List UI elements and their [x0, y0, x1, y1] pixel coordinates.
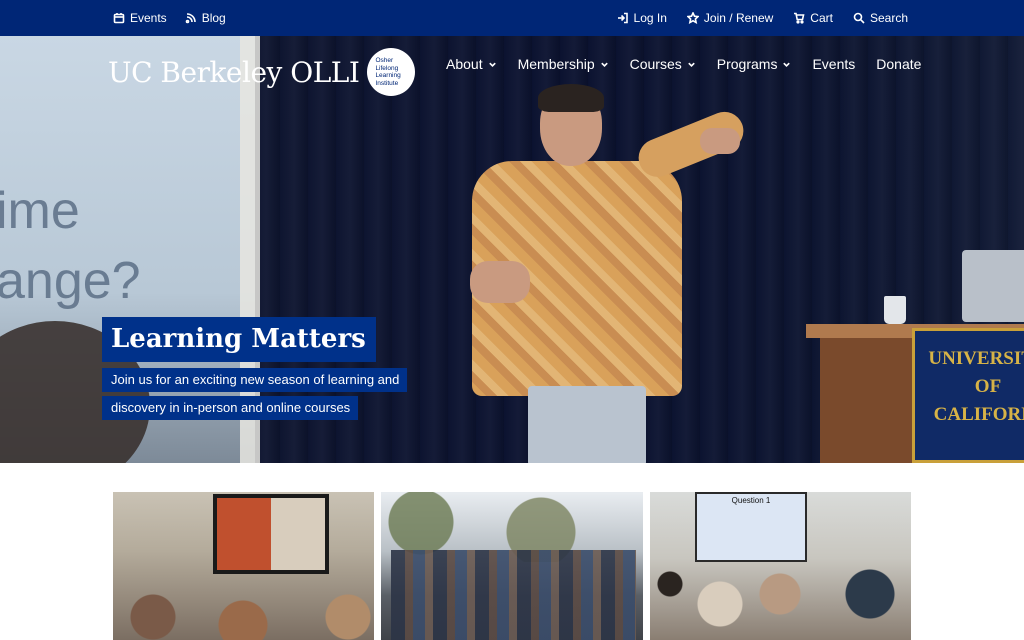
utility-blog-link[interactable]: Blog [185, 11, 226, 25]
utility-events-label: Events [130, 11, 167, 25]
hero-title-box: Learning Matters [102, 317, 376, 362]
card1-painting-left [217, 498, 271, 570]
podium-sign-line1: UNIVERSITY [928, 348, 1024, 369]
card2-group-of-people [391, 550, 636, 640]
hero-presenter-left-hand [470, 261, 530, 303]
nav-donate[interactable]: Donate [876, 56, 921, 72]
hero-laptop [962, 250, 1024, 322]
hero-title: Learning Matters [111, 324, 366, 354]
utility-right-links: Log In Join / Renew Cart Search [617, 0, 908, 36]
search-icon [853, 12, 865, 24]
cart-link[interactable]: Cart [793, 11, 833, 25]
olli-badge-line1: Osher [375, 57, 394, 64]
chevron-down-icon [687, 62, 695, 67]
utility-blog-label: Blog [201, 11, 226, 25]
cart-icon [794, 12, 805, 24]
podium-sign-line3: CALIFORNI [933, 404, 1024, 425]
join-renew-link[interactable]: Join / Renew [686, 11, 774, 25]
site-logo-link[interactable]: UC Berkeley OLLI Osher Lifelong Learning… [108, 48, 416, 96]
hero-subtitle-line2: discovery in in-person and online course… [102, 396, 359, 420]
nav-about[interactable]: About [446, 56, 497, 72]
olli-badge-line2: Lifelong [375, 64, 399, 72]
cart-label: Cart [810, 11, 833, 25]
hero-screen-text: ime ange? [0, 176, 141, 316]
podium-sign-text: UNIVERSITY OF CALIFORNI [923, 345, 1024, 429]
utility-bar: Events Blog Log In Join / Renew Cart Sea… [0, 0, 1024, 36]
card3-screen-title: Question 1 [731, 496, 771, 505]
utility-left-links: Events Blog [113, 0, 226, 36]
login-label: Log In [633, 11, 667, 25]
search-link[interactable]: Search [853, 11, 908, 25]
site-logo-text: UC Berkeley OLLI [108, 55, 360, 89]
main-navigation: About Membership Courses Programs Events… [446, 56, 921, 72]
photo-card-lecture[interactable] [113, 492, 374, 640]
calendar-icon [113, 13, 125, 24]
olli-badge-line3: Learning [375, 72, 401, 79]
hero-podium-body [820, 338, 916, 463]
nav-events-label: Events [812, 56, 856, 72]
hero-presenter-hand [700, 128, 740, 154]
photo-card-classroom[interactable]: Question 1 [650, 492, 911, 640]
card3-students [650, 564, 911, 640]
nav-events[interactable]: Events [812, 56, 855, 72]
card1-painting-right [271, 498, 325, 570]
search-label: Search [869, 11, 908, 25]
olli-badge: Osher Lifelong Learning Institute [367, 48, 416, 96]
nav-donate-label: Donate [876, 56, 922, 72]
star-icon [686, 12, 699, 24]
nav-courses-label: Courses [629, 56, 682, 72]
hero-screen-text-line1: ime [0, 182, 80, 240]
rss-icon [185, 13, 196, 24]
chevron-down-icon [488, 62, 496, 67]
card1-audience [113, 587, 374, 640]
join-renew-label: Join / Renew [703, 11, 774, 25]
chevron-down-icon [600, 62, 608, 67]
hero-subtitle-line1: Join us for an exciting new season of le… [102, 368, 408, 392]
login-link[interactable]: Log In [617, 11, 667, 25]
podium-sign-line2: OF [974, 376, 1002, 397]
olli-badge-text: Osher Lifelong Learning Institute [375, 57, 407, 87]
hero-presenter-pants [528, 386, 646, 463]
utility-events-link[interactable]: Events [113, 11, 167, 25]
chevron-down-icon [783, 62, 791, 67]
hero-presenter-hair [538, 84, 604, 112]
nav-membership-label: Membership [517, 56, 595, 72]
card3-projection-screen: Question 1 [695, 492, 807, 562]
hero-screen-text-line2: ange? [0, 252, 141, 310]
hero-podium-sign: UNIVERSITY OF CALIFORNI [912, 328, 1024, 463]
nav-programs-label: Programs [716, 56, 778, 72]
photo-card-group[interactable] [381, 492, 643, 640]
hero-cup [884, 296, 906, 324]
login-icon [617, 12, 628, 24]
nav-membership[interactable]: Membership [518, 56, 609, 72]
nav-about-label: About [446, 56, 483, 72]
olli-badge-line4: Institute [375, 79, 399, 87]
nav-courses[interactable]: Courses [630, 56, 696, 72]
nav-programs[interactable]: Programs [717, 56, 792, 72]
